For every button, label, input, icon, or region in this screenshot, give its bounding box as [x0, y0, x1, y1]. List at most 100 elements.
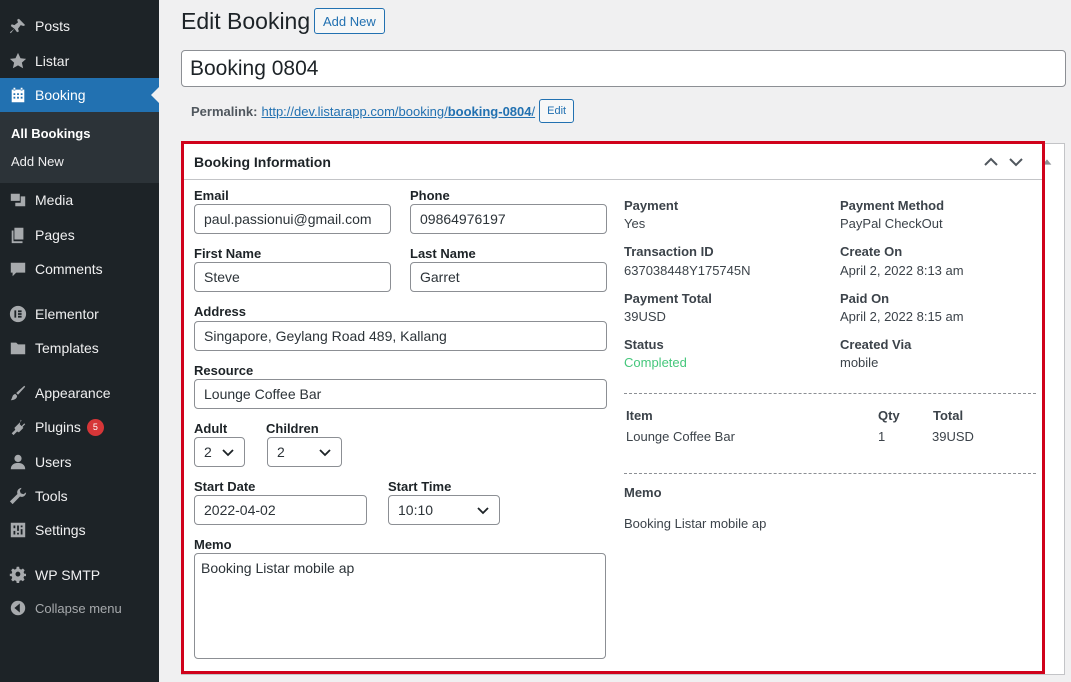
paid-on-value: April 2, 2022 8:15 am [840, 309, 964, 324]
payment-method-label: Payment Method [840, 198, 945, 213]
sidebar-item-listar[interactable]: Listar [0, 44, 159, 78]
address-field[interactable]: Singapore, Geylang Road 489, Kallang [194, 321, 607, 351]
create-on-value: April 2, 2022 8:13 am [840, 263, 964, 278]
created-via-value: mobile [840, 355, 879, 370]
collapse-menu-label: Collapse menu [35, 600, 122, 616]
first-name-field[interactable]: Steve [194, 262, 391, 292]
sidebar-item-plugins[interactable]: Plugins 5 [0, 410, 159, 444]
qty-header: Qty [878, 408, 900, 423]
start-time-label: Start Time [388, 479, 452, 494]
permalink-url-base: http://dev.listarapp.com/booking/ [261, 103, 448, 119]
payment-total-label: Payment Total [624, 291, 712, 306]
move-up-icon[interactable] [982, 153, 1000, 171]
last-name-label: Last Name [410, 246, 476, 261]
sidebar-item-label: Settings [35, 522, 86, 538]
adult-value: 2 [204, 444, 212, 460]
resource-field[interactable]: Lounge Coffee Bar [194, 379, 607, 409]
sidebar-item-label: Tools [35, 488, 68, 504]
sidebar-item-booking[interactable]: Booking [0, 78, 159, 112]
permalink-trailing: / [531, 103, 536, 119]
start-time-select[interactable]: 10:10 [388, 495, 500, 525]
gear-icon [8, 565, 28, 585]
chevron-down-icon [477, 507, 489, 515]
elementor-icon [8, 304, 28, 324]
sidebar-item-label: Media [35, 192, 74, 208]
submenu-add-new[interactable]: Add New [11, 154, 64, 169]
item-cell: Lounge Coffee Bar [626, 429, 735, 444]
collapse-menu-button[interactable]: Collapse menu [0, 591, 159, 625]
permalink-slug: booking-0804 [447, 103, 532, 119]
page-title: Edit Booking [181, 8, 311, 34]
sidebar-item-appearance[interactable]: Appearance [0, 376, 159, 410]
first-name-label: First Name [194, 246, 262, 261]
memo-section-label: Memo [624, 485, 662, 500]
sidebar-item-label: Posts [35, 18, 71, 34]
memo-section-value: Booking Listar mobile ap [624, 516, 767, 531]
sidebar-item-users[interactable]: Users [0, 445, 159, 479]
email-label: Email [194, 188, 229, 203]
memo-label: Memo [194, 537, 232, 552]
last-name-field[interactable]: Garret [410, 262, 607, 292]
pushpin-icon [8, 16, 28, 36]
payment-method-value: PayPal CheckOut [840, 216, 943, 231]
postbox-title: Booking Information [194, 154, 331, 170]
phone-field[interactable]: 09864976197 [410, 204, 607, 234]
submenu-all-bookings[interactable]: All Bookings [11, 126, 90, 141]
children-value: 2 [277, 444, 285, 460]
sidebar-item-tools[interactable]: Tools [0, 479, 159, 513]
permalink-label: Permalink: [191, 103, 258, 119]
qty-cell: 1 [878, 429, 886, 444]
sidebar-item-label: Elementor [35, 306, 99, 322]
created-via-label: Created Via [840, 337, 912, 352]
create-on-label: Create On [840, 244, 903, 259]
sidebar-item-label: WP SMTP [35, 567, 101, 583]
sidebar-item-posts[interactable]: Posts [0, 9, 159, 43]
sidebar-item-pages[interactable]: Pages [0, 218, 159, 252]
status-label: Status [624, 337, 664, 352]
sidebar-item-elementor[interactable]: Elementor [0, 297, 159, 331]
add-new-button[interactable]: Add New [314, 8, 385, 34]
adult-select[interactable]: 2 [194, 437, 245, 467]
settings-icon [8, 520, 28, 540]
user-icon [8, 452, 28, 472]
permalink-edit-button[interactable]: Edit [539, 99, 575, 123]
item-header: Item [626, 408, 653, 423]
move-down-icon[interactable] [1007, 153, 1025, 171]
plugins-update-badge: 5 [86, 418, 104, 436]
memo-textarea[interactable]: Booking Listar mobile ap [194, 553, 606, 659]
sidebar-item-settings[interactable]: Settings [0, 513, 159, 547]
start-time-value: 10:10 [398, 502, 434, 518]
email-field[interactable]: paul.passionui@gmail.com [194, 204, 391, 234]
folder-icon [8, 338, 28, 358]
transaction-id-value: 637038448Y175745N [624, 263, 751, 278]
sidebar-item-media[interactable]: Media [0, 183, 159, 217]
chevron-down-icon [319, 449, 331, 457]
sidebar-item-wp-smtp[interactable]: WP SMTP [0, 558, 159, 592]
start-date-field[interactable]: 2022-04-02 [194, 495, 367, 525]
divider [624, 393, 1036, 394]
calendar-icon [8, 85, 28, 105]
sidebar-item-label: Appearance [35, 385, 111, 401]
sidebar-item-label: Plugins [35, 419, 81, 435]
toggle-panel-icon[interactable] [1040, 153, 1054, 171]
total-cell: 39USD [932, 429, 974, 444]
children-select[interactable]: 2 [267, 437, 342, 467]
plug-icon [8, 417, 28, 437]
status-value: Completed [624, 355, 687, 370]
sidebar-item-label: Booking [35, 87, 86, 103]
post-title-input[interactable]: Booking 0804 [181, 50, 1066, 87]
sidebar-item-templates[interactable]: Templates [0, 331, 159, 365]
admin-sidebar: Posts Listar Booking All Bookings Add Ne… [0, 0, 159, 682]
transaction-id-label: Transaction ID [624, 244, 714, 259]
adult-label: Adult [194, 421, 228, 436]
permalink-link[interactable]: http://dev.listarapp.com/booking/booking… [261, 104, 535, 119]
sidebar-item-label: Pages [35, 227, 75, 243]
payment-label: Payment [624, 198, 679, 213]
payment-value: Yes [624, 216, 646, 231]
chevron-down-icon [222, 449, 234, 457]
divider [624, 473, 1036, 474]
sidebar-item-label: Listar [35, 53, 70, 69]
sidebar-item-label: Comments [35, 261, 103, 277]
sidebar-item-comments[interactable]: Comments [0, 252, 159, 286]
media-icon [8, 190, 28, 210]
